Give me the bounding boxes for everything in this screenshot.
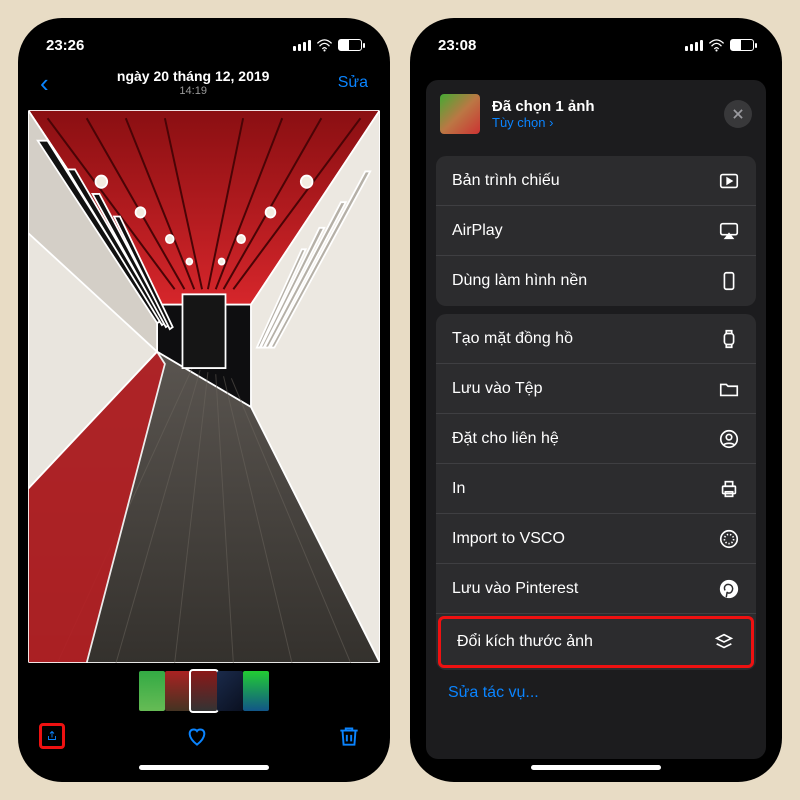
cell-signal-icon — [293, 40, 311, 51]
action-row-layers[interactable]: Đổi kích thước ảnh — [438, 616, 754, 668]
wifi-icon — [316, 39, 333, 52]
status-icons — [685, 39, 754, 52]
back-chevron-icon[interactable]: ‹ — [40, 68, 49, 99]
layers-icon — [713, 631, 735, 653]
action-group-1: Bản trình chiếu AirPlay Dùng làm hình nền — [436, 156, 756, 306]
status-time: 23:08 — [438, 37, 476, 54]
action-row-vsco[interactable]: Import to VSCO — [436, 514, 756, 564]
edit-actions-link[interactable]: Sửa tác vụ... — [426, 670, 766, 708]
watch-icon — [718, 328, 740, 350]
play-rect-icon — [718, 170, 740, 192]
selected-thumb — [440, 94, 480, 134]
contact-icon — [718, 428, 740, 450]
action-label: Đặt cho liên hệ — [452, 430, 559, 448]
close-icon — [731, 107, 745, 121]
action-row-folder[interactable]: Lưu vào Tệp — [436, 364, 756, 414]
action-label: Bản trình chiếu — [452, 172, 560, 190]
wifi-icon — [708, 39, 725, 52]
folder-icon — [718, 378, 740, 400]
bottom-toolbar — [28, 713, 380, 759]
thumbnail[interactable] — [217, 671, 243, 711]
action-row-contact[interactable]: Đặt cho liên hệ — [436, 414, 756, 464]
battery-icon — [730, 39, 754, 51]
thumbnail-strip[interactable] — [28, 669, 380, 713]
nav-bar: ‹ ngày 20 tháng 12, 2019 14:19 Sửa — [28, 60, 380, 106]
vsco-icon — [718, 528, 740, 550]
edit-button[interactable]: Sửa — [338, 74, 368, 92]
pinterest-icon — [718, 578, 740, 600]
photo-preview[interactable] — [28, 110, 380, 663]
thumbnail[interactable] — [165, 671, 191, 711]
delete-button[interactable] — [336, 723, 362, 749]
action-label: Lưu vào Tệp — [452, 380, 542, 398]
home-indicator[interactable] — [531, 765, 661, 770]
phone-icon — [718, 270, 740, 292]
status-bar: 23:08 — [420, 30, 772, 60]
home-indicator[interactable] — [139, 765, 269, 770]
nav-date: ngày 20 tháng 12, 2019 — [117, 68, 270, 85]
action-label: Tạo mặt đồng hồ — [452, 330, 573, 348]
share-button[interactable] — [39, 723, 65, 749]
status-icons — [293, 39, 362, 52]
close-button[interactable] — [724, 100, 752, 128]
battery-icon — [338, 39, 362, 51]
action-label: Dùng làm hình nền — [452, 272, 587, 290]
action-row-watch[interactable]: Tạo mặt đồng hồ — [436, 314, 756, 364]
action-row-pinterest[interactable]: Lưu vào Pinterest — [436, 564, 756, 614]
thumbnail[interactable] — [243, 671, 269, 711]
action-label: Đổi kích thước ảnh — [457, 633, 593, 651]
sheet-title: Đã chọn 1 ảnh — [492, 98, 595, 115]
favorite-button[interactable] — [184, 723, 210, 749]
action-row-airplay[interactable]: AirPlay — [436, 206, 756, 256]
thumbnail[interactable] — [191, 671, 217, 711]
print-icon — [718, 478, 740, 500]
share-sheet: Đã chọn 1 ảnh Tùy chọn › Bản trình chiếu… — [426, 80, 766, 759]
nav-time: 14:19 — [117, 85, 270, 98]
action-label: In — [452, 480, 465, 498]
status-bar: 23:26 — [28, 30, 380, 60]
status-time: 23:26 — [46, 37, 84, 54]
trash-icon — [336, 723, 362, 749]
photo-date-header: ngày 20 tháng 12, 2019 14:19 — [117, 68, 270, 98]
heart-icon — [184, 723, 210, 749]
action-group-2: Tạo mặt đồng hồ Lưu vào Tệp Đặt cho liên h… — [436, 314, 756, 670]
thumbnail[interactable] — [139, 671, 165, 711]
action-label: Lưu vào Pinterest — [452, 580, 578, 598]
action-label: AirPlay — [452, 222, 503, 240]
action-row-phone[interactable]: Dùng làm hình nền — [436, 256, 756, 306]
action-row-print[interactable]: In — [436, 464, 756, 514]
phone-right: 23:08 Đã chọn 1 ảnh Tùy chọn › Bản trình… — [410, 18, 782, 782]
sheet-options-link[interactable]: Tùy chọn › — [492, 115, 595, 130]
action-label: Import to VSCO — [452, 530, 565, 548]
sheet-header: Đã chọn 1 ảnh Tùy chọn › — [426, 80, 766, 148]
cell-signal-icon — [685, 40, 703, 51]
phone-left: 23:26 ‹ ngày 20 tháng 12, 2019 14:19 Sửa — [18, 18, 390, 782]
share-icon — [46, 730, 58, 742]
action-row-play-rect[interactable]: Bản trình chiếu — [436, 156, 756, 206]
airplay-icon — [718, 220, 740, 242]
